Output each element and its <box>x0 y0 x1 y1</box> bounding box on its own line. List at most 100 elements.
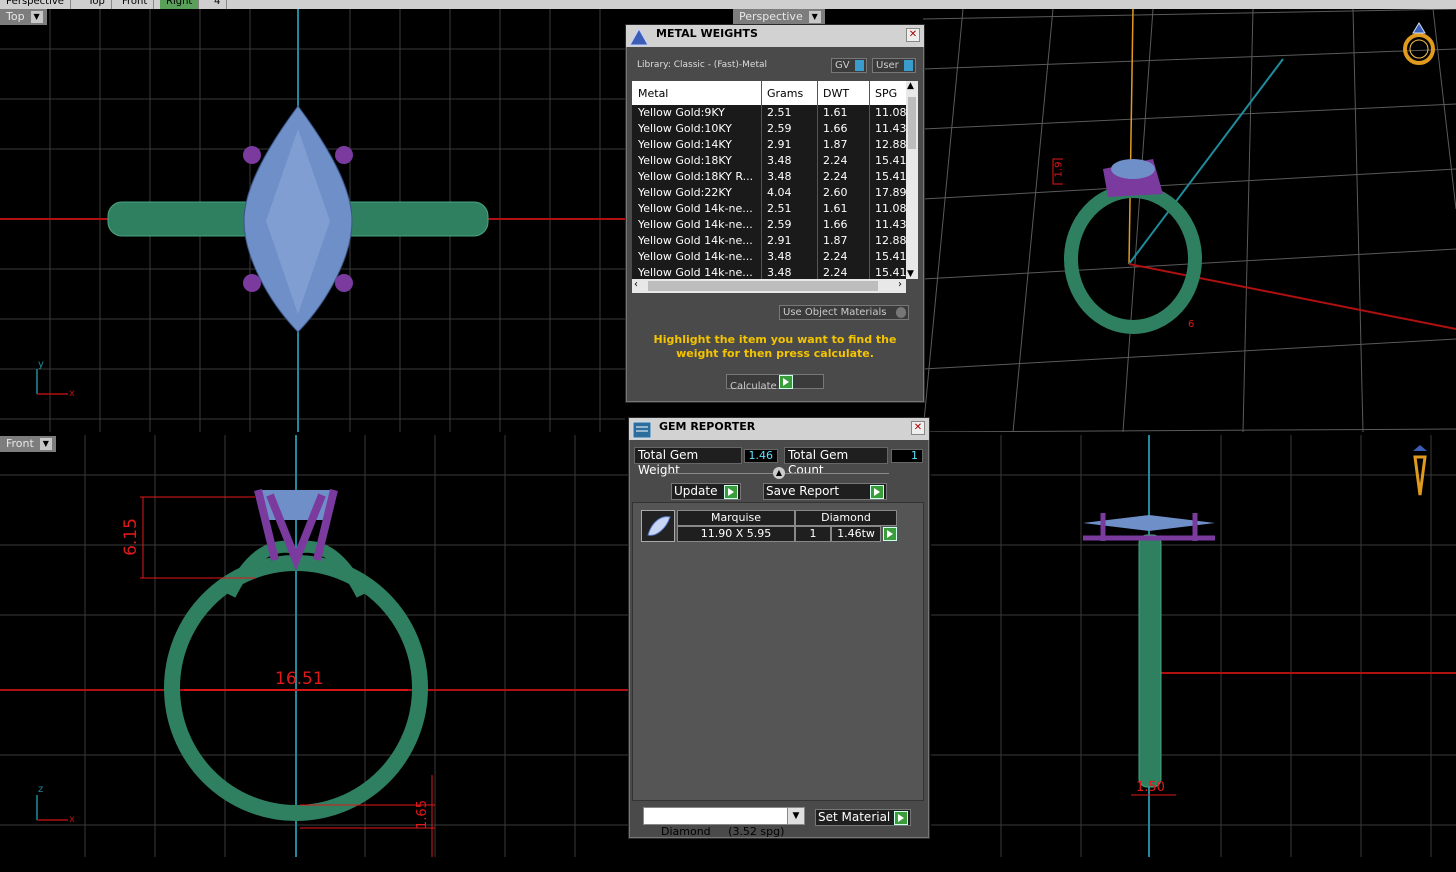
viewport-right[interactable]: 1.50 <box>931 435 1456 857</box>
viewport-label-front[interactable]: Front ▼ <box>0 436 56 452</box>
chevron-down-icon[interactable]: ▼ <box>808 11 821 23</box>
viewport-label-text: Perspective <box>739 10 803 23</box>
chevron-down-icon[interactable]: ▼ <box>907 269 914 279</box>
table-row[interactable]: Yellow Gold 14k-ne... 3.48 2.24 15.41 <box>632 265 908 279</box>
chevron-up-icon[interactable]: ▲ <box>907 81 914 91</box>
table-cell: 2.59 <box>767 218 792 231</box>
metal-weights-titlebar[interactable]: METAL WEIGHTS ✕ <box>626 25 924 47</box>
tab-4[interactable]: 4 <box>208 0 228 9</box>
table-cell: 2.24 <box>823 154 848 167</box>
table-cell: 1.61 <box>823 106 848 119</box>
toggle-indicator-icon <box>855 60 864 71</box>
gem-thumbnail[interactable] <box>641 510 675 542</box>
column-header-spg[interactable]: SPG <box>875 87 897 100</box>
table-row[interactable]: Yellow Gold 14k-ne... 2.51 1.61 11.08 <box>632 201 908 217</box>
gem-reporter-title: GEM REPORTER <box>659 420 756 433</box>
collapse-up-icon[interactable]: ▲ <box>773 467 785 479</box>
front-viewport-canvas <box>0 435 628 857</box>
scroll-thumb[interactable] <box>648 281 878 291</box>
table-row[interactable]: Yellow Gold:18KY 3.48 2.24 15.41 <box>632 153 908 169</box>
table-row[interactable]: Yellow Gold:18KY R... 3.48 2.24 15.41 <box>632 169 908 185</box>
gem-reporter-titlebar[interactable]: GEM REPORTER ✕ <box>629 418 929 440</box>
table-cell: 15.41 <box>875 250 907 263</box>
calculate-button[interactable]: Calculate <box>726 374 824 392</box>
table-row[interactable]: Yellow Gold:22KY 4.04 2.60 17.89 <box>632 185 908 201</box>
table-cell: 1.66 <box>823 122 848 135</box>
dimension-label: 6 <box>1188 319 1195 330</box>
table-cell: Yellow Gold 14k-ne... <box>638 218 753 231</box>
table-cell: Yellow Gold 14k-ne... <box>638 250 753 263</box>
column-header-dwt[interactable]: DWT <box>823 87 849 100</box>
table-cell: 3.48 <box>767 170 792 183</box>
metal-table-vscrollbar[interactable]: ▲ ▼ <box>906 81 918 279</box>
table-cell: Yellow Gold:22KY <box>638 186 732 199</box>
column-header-metal[interactable]: Metal <box>638 87 668 100</box>
metal-table-hscrollbar[interactable]: ‹ › <box>632 279 906 293</box>
calculate-label: Calculate <box>730 381 777 392</box>
viewport-top[interactable]: Top ▼ y x <box>0 9 625 432</box>
chevron-down-icon[interactable]: ▼ <box>30 11 43 23</box>
table-cell: 4.04 <box>767 186 792 199</box>
table-row[interactable]: Yellow Gold:14KY 2.91 1.87 12.88 <box>632 137 908 153</box>
gem-list[interactable]: Marquise Diamond 11.90 X 5.95 1 1.46tw <box>632 502 924 801</box>
tab-front[interactable]: Front <box>116 0 155 9</box>
update-button[interactable]: Update <box>671 483 741 500</box>
gv-toggle[interactable]: GV <box>831 58 867 73</box>
chevron-left-icon[interactable]: ‹ <box>634 279 638 290</box>
use-object-materials-toggle[interactable]: Use Object Materials <box>779 305 909 320</box>
table-cell: 11.43 <box>875 218 907 231</box>
viewport-label-top[interactable]: Top ▼ <box>0 9 47 25</box>
save-report-button[interactable]: Save Report <box>763 483 887 500</box>
metal-weights-panel: METAL WEIGHTS ✕ Library: Classic - (Fast… <box>625 24 925 403</box>
material-select[interactable]: Diamond (3.52 spg) ▼ <box>643 807 805 838</box>
close-icon[interactable]: ✕ <box>906 28 920 42</box>
library-label: Library: Classic - (Fast)-Metal <box>637 60 768 70</box>
gem-size: 11.90 X 5.95 <box>677 526 795 542</box>
gem-reporter-panel: GEM REPORTER ✕ Total Gem Weight 1.46 Tot… <box>628 417 930 839</box>
set-material-label: Set Material <box>818 810 891 824</box>
table-cell: 3.48 <box>767 154 792 167</box>
play-arrow-icon <box>778 375 793 389</box>
dimension-label: 1.50 <box>1136 780 1165 795</box>
chevron-right-icon[interactable]: › <box>898 279 902 290</box>
play-arrow-icon <box>870 485 884 499</box>
update-label: Update <box>674 484 718 498</box>
table-cell: 2.91 <box>767 234 792 247</box>
column-divider <box>761 81 762 279</box>
table-row[interactable]: Yellow Gold 14k-ne... 2.91 1.87 12.88 <box>632 233 908 249</box>
table-cell: 2.91 <box>767 138 792 151</box>
table-cell: 15.41 <box>875 154 907 167</box>
gem-count: 1 <box>795 526 831 542</box>
table-cell: 11.43 <box>875 122 907 135</box>
dimension-label: 1.9 <box>1053 161 1065 178</box>
table-cell: 2.24 <box>823 250 848 263</box>
tab-right[interactable]: Right <box>160 0 200 9</box>
chevron-down-icon[interactable]: ▼ <box>39 438 52 450</box>
close-icon[interactable]: ✕ <box>911 421 925 435</box>
marquise-gem-icon <box>647 516 671 536</box>
set-material-button[interactable]: Set Material <box>815 809 911 826</box>
user-toggle[interactable]: User <box>872 58 916 73</box>
table-row[interactable]: Yellow Gold:10KY 2.59 1.66 11.43 <box>632 121 908 137</box>
table-cell: 3.48 <box>767 250 792 263</box>
viewport-front[interactable]: Front ▼ 6.15 16.51 1.65 z x <box>0 435 628 857</box>
gem-select-arrow-icon[interactable] <box>883 527 897 541</box>
metal-table[interactable]: Metal Grams DWT SPG Yellow Gold:9KY 2.51 1… <box>632 81 908 279</box>
chevron-down-icon[interactable]: ▼ <box>787 808 804 824</box>
table-row[interactable]: Yellow Gold:9KY 2.51 1.61 11.08 <box>632 105 908 121</box>
total-gem-weight-value: 1.46 <box>744 449 778 463</box>
table-cell: 2.59 <box>767 122 792 135</box>
table-row[interactable]: Yellow Gold 14k-ne... 3.48 2.24 15.41 <box>632 249 908 265</box>
metal-weights-hint: Highlight the item you want to find the … <box>653 333 897 360</box>
tab-top[interactable]: Top <box>82 0 112 9</box>
viewport-label-perspective[interactable]: Perspective ▼ <box>733 9 825 25</box>
table-cell: Yellow Gold 14k-ne... <box>638 202 753 215</box>
column-header-grams[interactable]: Grams <box>767 87 803 100</box>
table-cell: 3.48 <box>767 266 792 279</box>
table-cell: 2.51 <box>767 202 792 215</box>
table-row[interactable]: Yellow Gold 14k-ne... 2.59 1.66 11.43 <box>632 217 908 233</box>
tab-perspective[interactable]: Perspective <box>0 0 71 9</box>
scroll-thumb[interactable] <box>908 97 916 149</box>
table-cell: Yellow Gold:18KY R... <box>638 170 754 183</box>
gem-shape: Marquise <box>677 510 795 526</box>
